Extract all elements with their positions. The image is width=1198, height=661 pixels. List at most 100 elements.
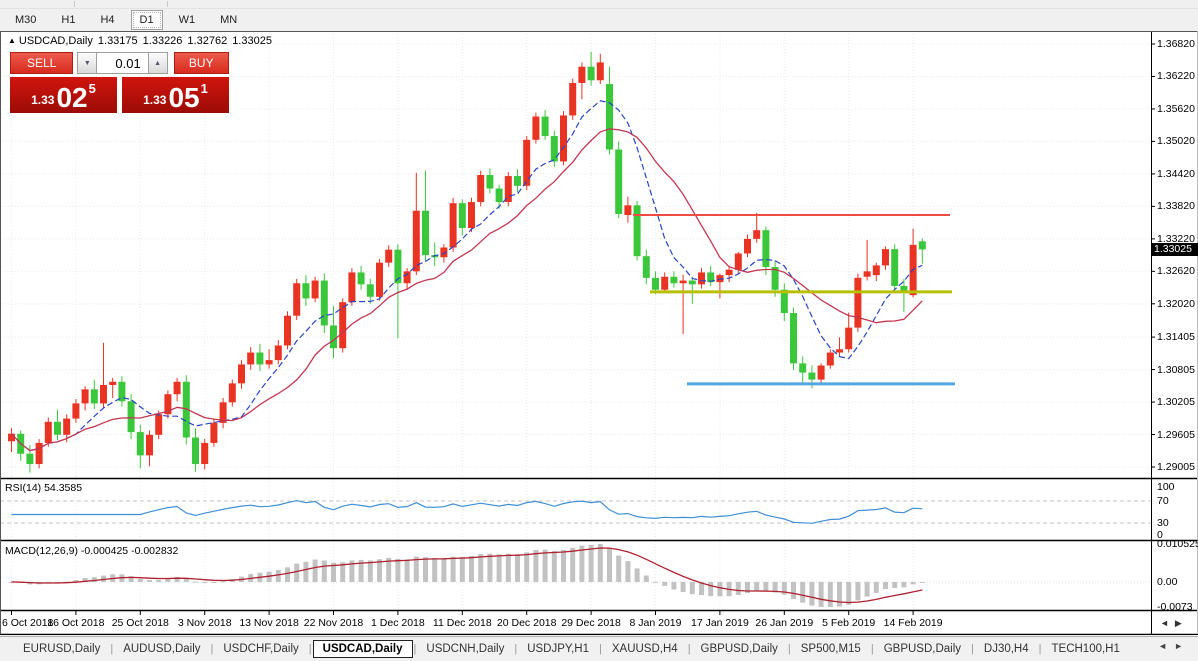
date-axis-label: 14 Feb 2019 <box>884 617 943 629</box>
date-axis-label: 13 Nov 2018 <box>239 617 299 629</box>
price-axis-label: 1.29605 <box>1157 429 1195 441</box>
tab-usdcnh-daily[interactable]: USDCNH,Daily <box>417 640 513 658</box>
date-axis-label: 29 Dec 2018 <box>561 617 621 629</box>
volume-input[interactable]: 0.01 <box>97 52 148 74</box>
rsi-axis-label: 30 <box>1157 517 1169 529</box>
price-axis-label: 1.32020 <box>1157 298 1195 310</box>
timeframe-button-mn[interactable]: MN <box>211 10 246 30</box>
date-axis-label: 8 Jan 2019 <box>630 617 682 629</box>
tab-xauusd-h4[interactable]: XAUUSD,H4 <box>603 640 687 658</box>
date-axis-label: 11 Dec 2018 <box>433 617 492 629</box>
ask-price-big: 05 <box>168 87 199 109</box>
timeframe-button-d1[interactable]: D1 <box>131 10 163 30</box>
tab-separator: | <box>211 643 214 655</box>
tab-sp500-m15[interactable]: SP500,M15 <box>792 640 870 658</box>
volume-increase-button[interactable]: ▲ <box>148 52 168 74</box>
tab-separator: | <box>871 643 874 655</box>
macd-axis-label: -0.0073 <box>1157 601 1193 613</box>
tab-dj30-h4[interactable]: DJ30,H4 <box>975 640 1038 658</box>
rsi-axis-label: 100 <box>1157 481 1175 493</box>
timeframe-button-h1[interactable]: H1 <box>52 10 84 30</box>
tab-separator: | <box>514 643 517 655</box>
date-axis-label: 22 Nov 2018 <box>304 617 364 629</box>
price-axis-label: 1.29005 <box>1157 461 1195 473</box>
ask-price-prefix: 1.33 <box>143 93 166 107</box>
tab-separator: | <box>110 643 113 655</box>
price-axis-label: 1.34420 <box>1157 168 1195 180</box>
tab-separator: | <box>971 643 974 655</box>
tab-usdchf-daily[interactable]: USDCHF,Daily <box>214 640 307 658</box>
ohlc-open: 1.33175 <box>98 35 138 47</box>
window-top-strip <box>0 0 1198 9</box>
timeframe-toolbar: M30 H1 H4 D1 W1 MN <box>0 9 1198 31</box>
date-axis-label: 5 Feb 2019 <box>822 617 875 629</box>
date-axis-label: 1 Dec 2018 <box>371 617 425 629</box>
date-axis-label: 17 Jan 2019 <box>691 617 749 629</box>
price-axis-label: 1.32620 <box>1157 265 1195 277</box>
timeframe-button-h4[interactable]: H4 <box>91 10 123 30</box>
chart-scroll-arrows[interactable]: ◄▶ <box>1160 618 1188 629</box>
toolbar-separator <box>167 1 168 7</box>
bid-price-panel[interactable]: 1.33025 <box>10 77 117 113</box>
one-click-trading-panel: SELL ▼ 0.01 ▲ BUY 1.33025 1.33051 <box>10 52 229 113</box>
tab-audusd-daily[interactable]: AUDUSD,Daily <box>114 640 209 658</box>
price-axis-label: 1.33820 <box>1157 200 1195 212</box>
tab-scroll-left-icon[interactable]: ◄ <box>1158 641 1174 651</box>
macd-axis-label: 0.010525 <box>1157 538 1198 550</box>
macd-label: MACD(12,26,9) -0.000425 -0.002832 <box>5 545 178 557</box>
bid-price-prefix: 1.33 <box>31 93 54 107</box>
tab-usdjpy-h1[interactable]: USDJPY,H1 <box>518 640 598 658</box>
sell-button[interactable]: SELL <box>10 52 73 74</box>
date-axis-label: 3 Nov 2018 <box>178 617 232 629</box>
ohlc-high: 1.33226 <box>143 35 183 47</box>
tab-separator: | <box>414 643 417 655</box>
date-axis-label: 26 Jan 2019 <box>755 617 813 629</box>
price-axis-label: 1.36820 <box>1157 38 1195 50</box>
price-chart-canvas[interactable] <box>0 31 1198 635</box>
chart-window[interactable]: ▲USDCAD,Daily1.331751.332261.327621.3302… <box>0 31 1198 635</box>
scroll-right-icon[interactable]: ▶ <box>1175 618 1188 628</box>
price-axis-label: 1.30805 <box>1157 364 1195 376</box>
spin-up-icon: ▲ <box>154 60 161 67</box>
volume-decrease-button[interactable]: ▼ <box>77 52 97 74</box>
timeframe-button-w1[interactable]: W1 <box>170 10 205 30</box>
tab-tech100-h1[interactable]: TECH100,H1 <box>1043 640 1129 658</box>
bid-price-big: 02 <box>56 87 87 109</box>
tab-gbpusd-daily[interactable]: GBPUSD,Daily <box>692 640 787 658</box>
tab-separator: | <box>309 643 312 655</box>
tab-separator: | <box>788 643 791 655</box>
date-axis-label: 25 Oct 2018 <box>112 617 169 629</box>
collapse-triangle-icon[interactable]: ▲ <box>8 36 16 45</box>
rsi-label: RSI(14) 54.3585 <box>5 482 82 494</box>
price-axis-label: 1.31405 <box>1157 331 1195 343</box>
price-axis-label: 1.36220 <box>1157 70 1195 82</box>
price-axis-label: 1.35020 <box>1157 135 1195 147</box>
tab-eurusd-daily[interactable]: EURUSD,Daily <box>14 640 109 658</box>
timeframe-button-m30[interactable]: M30 <box>6 10 45 30</box>
buy-button[interactable]: BUY <box>174 52 229 74</box>
tab-gbpusd-daily[interactable]: GBPUSD,Daily <box>875 640 970 658</box>
ask-price-panel[interactable]: 1.33051 <box>122 77 229 113</box>
tab-scroll-right-icon[interactable]: ► <box>1174 641 1190 651</box>
price-axis-label: 1.30205 <box>1157 396 1195 408</box>
tab-usdcad-daily[interactable]: USDCAD,Daily <box>313 640 413 658</box>
spin-down-icon: ▼ <box>84 60 91 67</box>
current-price-badge: 1.33025 <box>1151 243 1198 256</box>
tab-scroll-arrows[interactable]: ◄► <box>1158 641 1190 651</box>
rsi-axis-label: 70 <box>1157 495 1169 507</box>
symbol-name: USDCAD,Daily <box>19 35 93 47</box>
macd-axis-label: 0.00 <box>1157 576 1177 588</box>
scroll-left-icon[interactable]: ◄ <box>1160 618 1175 628</box>
ohlc-close: 1.33025 <box>232 35 272 47</box>
tab-separator: | <box>1039 643 1042 655</box>
chart-title: ▲USDCAD,Daily 1.33175 1.33226 1.32762 1.3302… <box>8 35 277 47</box>
tab-separator: | <box>599 643 602 655</box>
bid-price-sup: 5 <box>89 81 96 96</box>
date-axis-label: 6 Oct 2018 <box>2 617 53 629</box>
toolbar-separator <box>74 1 75 7</box>
price-axis-label: 1.35620 <box>1157 103 1195 115</box>
ohlc-low: 1.32762 <box>187 35 227 47</box>
chart-tab-bar: EURUSD,Daily|AUDUSD,Daily|USDCHF,Daily|U… <box>0 636 1198 661</box>
ask-price-sup: 1 <box>201 81 208 96</box>
tab-separator: | <box>688 643 691 655</box>
